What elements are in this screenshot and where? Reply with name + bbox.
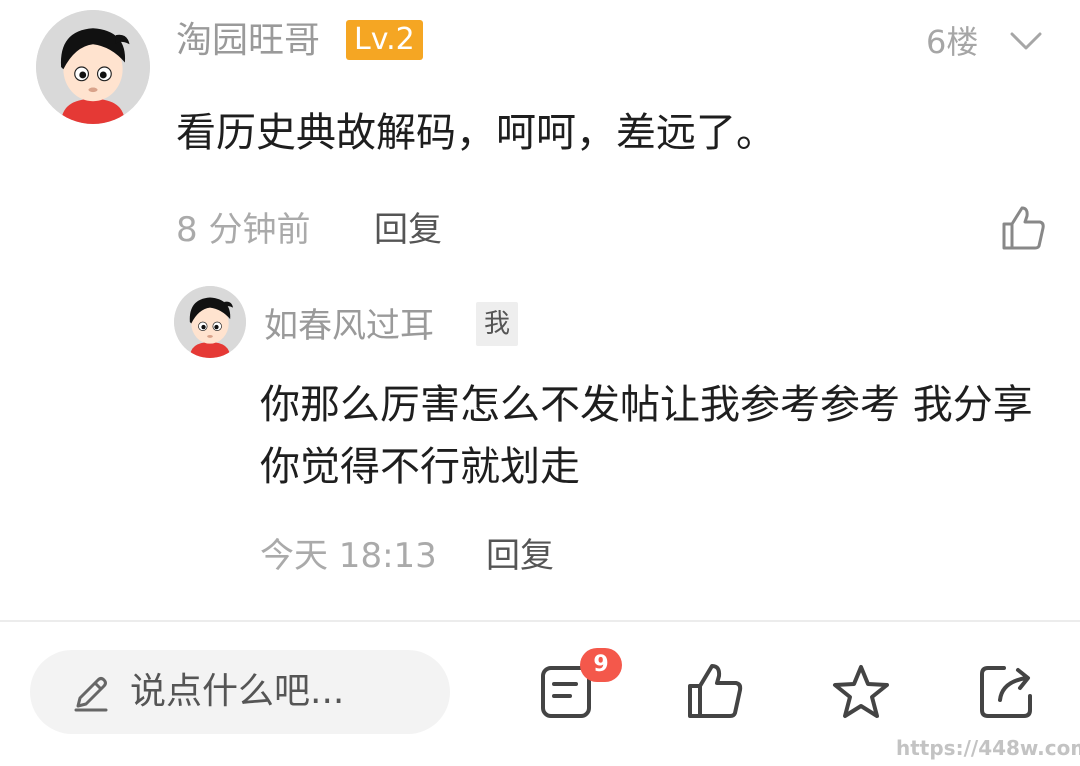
cartoon-boy-avatar-icon: [36, 10, 150, 124]
commenter-username[interactable]: 淘园旺哥: [176, 16, 320, 66]
reply-button[interactable]: 回复: [374, 206, 442, 254]
input-placeholder: 说点什么吧...: [130, 671, 345, 712]
divider: [0, 620, 1080, 622]
comment-timestamp: 8 分钟前: [176, 210, 311, 250]
watermark: https://448w.com: [896, 736, 1080, 760]
thumbs-up-icon[interactable]: [684, 660, 746, 722]
replier-avatar[interactable]: [174, 286, 246, 358]
chevron-down-icon[interactable]: [1006, 24, 1046, 58]
floor-number: 6楼: [926, 23, 979, 61]
comment-count-badge: 9: [580, 648, 622, 682]
star-icon[interactable]: [830, 662, 892, 722]
commenter-avatar[interactable]: [36, 10, 150, 124]
comment-content: 看历史典故解码，呵呵，差远了。: [176, 110, 776, 156]
replier-username[interactable]: 如春风过耳: [264, 302, 434, 350]
like-thumbs-up-icon[interactable]: [998, 202, 1048, 254]
me-badge: 我: [476, 302, 518, 346]
reply-timestamp: 今天 18:13: [260, 536, 437, 576]
reply-to-reply-button[interactable]: 回复: [486, 532, 554, 580]
comment-input[interactable]: 说点什么吧...: [30, 650, 450, 734]
pencil-icon: [70, 672, 112, 714]
level-badge: Lv.2: [346, 20, 423, 60]
reply-content: 你那么厉害怎么不发帖让我参考参考 我分享 你觉得不行就划走: [260, 382, 1033, 490]
cartoon-boy-avatar-icon: [174, 286, 246, 358]
share-icon[interactable]: [976, 660, 1038, 722]
